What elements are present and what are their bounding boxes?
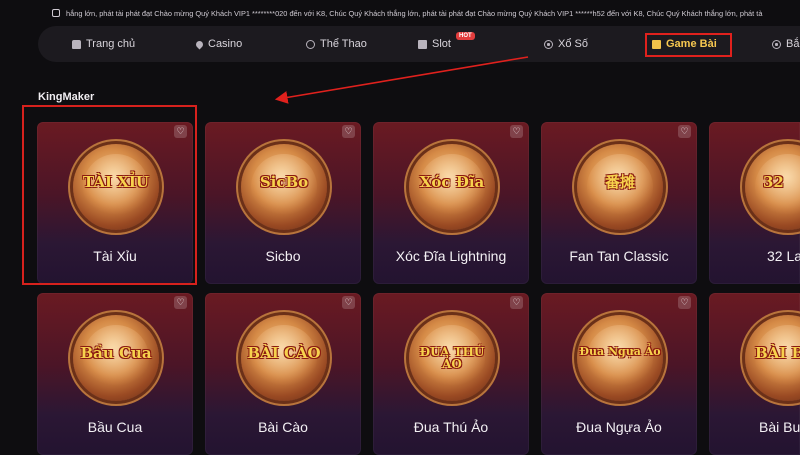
game-card-bai-bu[interactable]: BÀI BU Bài Bu (709, 293, 800, 455)
favorite-heart-icon[interactable]: ♡ (342, 125, 355, 138)
game-card-sicbo[interactable]: ♡ SicBo Sicbo (205, 122, 361, 284)
game-card-title: Sicbo (265, 248, 301, 264)
game-card-dua-thu-ao[interactable]: ♡ ĐUA THÚ ẢO Đua Thú Ảo (373, 293, 529, 455)
game-logo-text: BÀI CÀO (247, 344, 321, 362)
favorite-heart-icon[interactable]: ♡ (342, 296, 355, 309)
game-card-title: Đua Thú Ảo (413, 419, 489, 435)
game-logo-text: SicBo (259, 173, 309, 191)
game-logo-text: Xóc Đĩa (419, 173, 485, 191)
game-logo-coin: BÀI BU (745, 315, 800, 401)
favorite-heart-icon[interactable]: ♡ (174, 296, 187, 309)
game-card-title: Fan Tan Classic (569, 248, 669, 264)
game-card-title: Bài Bu (759, 419, 800, 435)
game-card-title: Xóc Đĩa Lightning (395, 248, 507, 264)
tai-xiu-highlight-box (22, 105, 197, 285)
game-logo-text: BÀI BU (755, 344, 800, 362)
game-logo-coin: 番摊 (577, 144, 663, 230)
favorite-heart-icon[interactable]: ♡ (678, 125, 691, 138)
game-card-bai-cao[interactable]: ♡ BÀI CÀO Bài Cào (205, 293, 361, 455)
game-logo-coin: BÀI CÀO (241, 315, 327, 401)
game-logo-text: ĐUA THÚ ẢO (419, 345, 485, 371)
game-card-xoc-dia-lightning[interactable]: ♡ Xóc Đĩa Xóc Đĩa Lightning (373, 122, 529, 284)
favorite-heart-icon[interactable]: ♡ (510, 125, 523, 138)
game-logo-coin: Xóc Đĩa (409, 144, 495, 230)
game-card-title: 32 La (767, 248, 800, 264)
game-logo-text: 32 (763, 173, 784, 191)
favorite-heart-icon[interactable]: ♡ (678, 296, 691, 309)
game-card-dua-ngua-ao[interactable]: ♡ Đua Ngựa Ảo Đua Ngựa Ảo (541, 293, 697, 455)
game-logo-text: Bầu Cua (80, 344, 152, 362)
game-logo-coin: 32 (745, 144, 800, 230)
game-logo-text: 番摊 (604, 173, 635, 191)
game-card-title: Bầu Cua (87, 419, 143, 435)
game-logo-coin: Đua Ngựa Ảo (577, 315, 663, 401)
game-logo-text: Đua Ngựa Ảo (579, 345, 661, 358)
game-card-title: Bài Cào (258, 419, 308, 435)
game-card-title: Đua Ngựa Ảo (576, 419, 662, 435)
game-logo-coin: ĐUA THÚ ẢO (409, 315, 495, 401)
game-card-32-la[interactable]: 32 32 La (709, 122, 800, 284)
section-title: KingMaker (38, 91, 95, 103)
game-logo-coin: Bầu Cua (73, 315, 159, 401)
game-card-fan-tan-classic[interactable]: ♡ 番摊 Fan Tan Classic (541, 122, 697, 284)
game-logo-coin: SicBo (241, 144, 327, 230)
game-card-bau-cua[interactable]: ♡ Bầu Cua Bầu Cua (37, 293, 193, 455)
favorite-heart-icon[interactable]: ♡ (510, 296, 523, 309)
